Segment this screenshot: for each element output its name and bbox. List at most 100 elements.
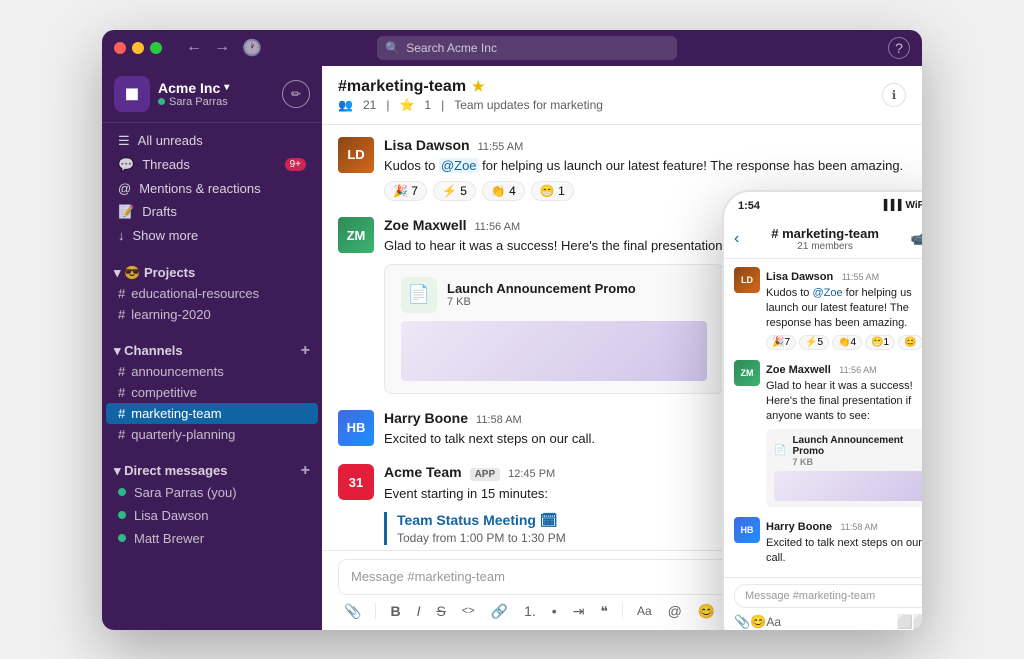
phone-time: 11:56 AM bbox=[839, 365, 876, 375]
phone-reaction[interactable]: 🎉7 bbox=[766, 335, 796, 350]
channel-educational-resources[interactable]: # educational-resources bbox=[106, 283, 318, 304]
phone-msg-text: Glad to hear it was a success! Here's th… bbox=[766, 379, 922, 425]
bold-button[interactable]: B bbox=[386, 601, 404, 621]
compose-button[interactable]: ✏ bbox=[282, 80, 310, 108]
members-icon: 👥 bbox=[338, 98, 353, 112]
chat-header: #marketing-team ★ 👥 21 | ⭐ 1 | Team upda… bbox=[322, 66, 922, 125]
phone-header-buttons: 📹 ℹ bbox=[911, 231, 922, 247]
dm-lisa-dawson[interactable]: Lisa Dawson bbox=[106, 504, 318, 527]
reaction-item[interactable]: 👏 4 bbox=[482, 181, 525, 201]
mentions-label: Mentions & reactions bbox=[139, 181, 260, 196]
channel-label: marketing-team bbox=[131, 406, 221, 421]
help-button[interactable]: ? bbox=[888, 37, 910, 59]
phone-send-button-1[interactable]: ⬜ bbox=[897, 614, 913, 630]
threads-label: Threads bbox=[142, 157, 190, 172]
workspace-name[interactable]: Acme Inc ▾ bbox=[158, 80, 229, 96]
sidebar-item-mentions[interactable]: @ Mentions & reactions bbox=[106, 177, 318, 200]
sidebar-item-show-more[interactable]: ↓ Show more bbox=[106, 224, 318, 247]
add-channel-button[interactable]: + bbox=[301, 343, 310, 359]
workspace-user: Sara Parras bbox=[158, 96, 229, 108]
reaction-item[interactable]: 🎉 7 bbox=[384, 181, 427, 201]
message-text: Kudos to @Zoe for helping us launch our … bbox=[384, 156, 906, 176]
channel-learning-2020[interactable]: # learning-2020 bbox=[106, 304, 318, 325]
channel-star-icon: ★ bbox=[472, 78, 485, 95]
sidebar-item-drafts[interactable]: 📝 Drafts bbox=[106, 200, 318, 224]
member-count: 21 bbox=[363, 98, 376, 112]
phone-back-icon[interactable]: ‹ bbox=[734, 230, 739, 248]
attach-button[interactable]: 📎 bbox=[340, 601, 365, 622]
unordered-list-button[interactable]: • bbox=[548, 601, 561, 621]
channel-marketing-team[interactable]: # marketing-team bbox=[106, 403, 318, 424]
back-button[interactable]: ← bbox=[182, 36, 206, 60]
channel-meta: 👥 21 | ⭐ 1 | Team updates for marketing bbox=[338, 98, 603, 112]
phone-video-icon[interactable]: 📹 bbox=[911, 231, 922, 247]
channel-competitive[interactable]: # competitive bbox=[106, 382, 318, 403]
channels-header[interactable]: ▾ Channels + bbox=[102, 337, 322, 361]
file-attachment-inner: 📄 Launch Announcement Promo 7 KB bbox=[401, 277, 707, 381]
sidebar-item-threads[interactable]: 💬 Threads 9+ bbox=[106, 153, 318, 177]
channel-label: learning-2020 bbox=[131, 307, 211, 322]
file-attachment[interactable]: 📄 Launch Announcement Promo 7 KB bbox=[384, 264, 724, 394]
message-header: Lisa Dawson 11:55 AM bbox=[384, 137, 906, 153]
search-bar[interactable]: 🔍 Search Acme Inc bbox=[377, 36, 677, 60]
sidebar-item-all-unreads[interactable]: ☰ All unreads bbox=[106, 129, 318, 153]
file-name: Launch Announcement Promo bbox=[447, 281, 636, 296]
forward-button[interactable]: → bbox=[210, 36, 234, 60]
mention-button[interactable]: @ bbox=[664, 601, 686, 621]
ordered-list-button[interactable]: 1. bbox=[520, 601, 540, 621]
phone-msg-content: Harry Boone 11:58 AM Excited to talk nex… bbox=[766, 517, 922, 567]
code-button[interactable]: <> bbox=[458, 603, 479, 619]
link-button[interactable]: 🔗 bbox=[487, 601, 512, 622]
dm-matt-brewer[interactable]: Matt Brewer bbox=[106, 527, 318, 550]
phone-time: 11:55 AM bbox=[842, 272, 879, 282]
format-button[interactable]: Aa bbox=[633, 602, 656, 620]
phone-emoji-icon[interactable]: 😊 bbox=[750, 614, 766, 630]
phone-reaction[interactable]: 😁1 bbox=[865, 335, 895, 350]
dm-section: ▾ Direct messages + Sara Parras (you) Li… bbox=[102, 451, 322, 556]
sender-name: Zoe Maxwell bbox=[384, 217, 466, 233]
all-unreads-label: All unreads bbox=[138, 133, 203, 148]
phone-reaction[interactable]: 👏4 bbox=[832, 335, 862, 350]
info-button[interactable]: ℹ bbox=[882, 83, 906, 107]
italic-button[interactable]: I bbox=[413, 601, 425, 621]
phone-reaction[interactable]: 😊 bbox=[898, 335, 922, 350]
emoji-button[interactable]: 😊 bbox=[694, 601, 719, 622]
phone-reaction[interactable]: ⚡5 bbox=[799, 335, 829, 350]
strikethrough-button[interactable]: S bbox=[432, 601, 449, 621]
input-placeholder: Message #marketing-team bbox=[351, 569, 505, 584]
close-button[interactable] bbox=[114, 42, 126, 54]
online-indicator bbox=[118, 534, 126, 542]
phone-status-bar: 1:54 ▐▐▐ WiFi ▮ bbox=[724, 192, 922, 220]
reaction-item[interactable]: 😁 1 bbox=[531, 181, 574, 201]
dm-name: Lisa Dawson bbox=[134, 508, 208, 523]
phone-nav-bar: ‹ # marketing-team 21 members 📹 ℹ bbox=[724, 220, 922, 259]
history-button[interactable]: 🕐 bbox=[238, 36, 266, 60]
threads-badge: 9+ bbox=[285, 158, 306, 171]
phone-message-input[interactable]: Message #marketing-team bbox=[734, 584, 922, 608]
projects-header[interactable]: ▾ 😎 Projects bbox=[102, 259, 322, 283]
channel-quarterly-planning[interactable]: # quarterly-planning bbox=[106, 424, 318, 445]
channel-announcements[interactable]: # announcements bbox=[106, 361, 318, 382]
phone-send-button-2[interactable]: ⬜ bbox=[913, 614, 922, 630]
add-dm-button[interactable]: + bbox=[301, 463, 310, 479]
phone-file-attachment[interactable]: 📄 Launch Announcement Promo 7 KB bbox=[766, 429, 922, 507]
phone-attach-icon[interactable]: 📎 bbox=[734, 614, 750, 630]
channel-label: announcements bbox=[131, 364, 224, 379]
dm-header[interactable]: ▾ Direct messages + bbox=[102, 457, 322, 481]
maximize-button[interactable] bbox=[150, 42, 162, 54]
phone-channel-info: # marketing-team 21 members bbox=[771, 226, 879, 252]
wifi-icon: WiFi bbox=[905, 200, 922, 211]
phone-msg-text: Excited to talk next steps on our call. bbox=[766, 536, 922, 567]
minimize-button[interactable] bbox=[132, 42, 144, 54]
phone-avatar-zoe: ZM bbox=[734, 360, 760, 386]
app-badge: APP bbox=[470, 468, 501, 481]
hash-icon: # bbox=[118, 364, 125, 379]
star-count-icon: ⭐ bbox=[399, 98, 414, 112]
dm-sara-parras[interactable]: Sara Parras (you) bbox=[106, 481, 318, 504]
avatar-zoe: ZM bbox=[338, 217, 374, 253]
quote-button[interactable]: ❝ bbox=[596, 601, 612, 622]
reaction-item[interactable]: ⚡ 5 bbox=[433, 181, 476, 201]
indent-button[interactable]: ⇥ bbox=[569, 601, 589, 622]
phone-format-icon[interactable]: Aa bbox=[766, 615, 781, 629]
dm-name: Matt Brewer bbox=[134, 531, 204, 546]
